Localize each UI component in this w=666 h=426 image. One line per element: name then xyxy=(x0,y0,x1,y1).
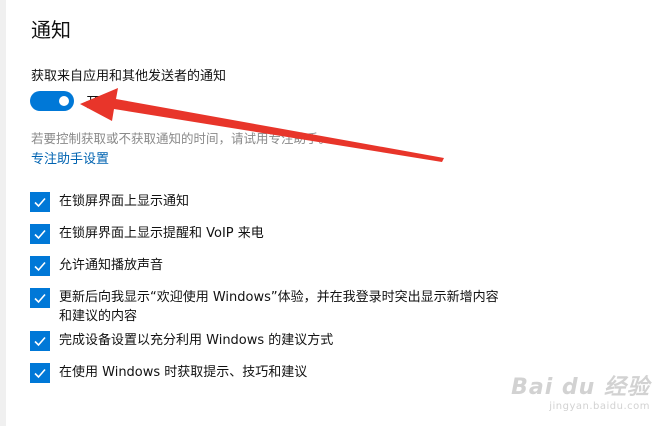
focus-assist-settings-link[interactable]: 专注助手设置 xyxy=(31,148,109,167)
option-label: 在使用 Windows 时获取提示、技巧和建议 xyxy=(59,365,308,380)
watermark-logo: Bai du 经验 xyxy=(511,375,650,400)
checkbox-notification-sounds[interactable] xyxy=(30,256,50,276)
arrow-shape xyxy=(80,88,444,162)
toggle-state-label: 开 xyxy=(86,95,100,111)
checkbox-welcome-experience[interactable] xyxy=(30,288,50,308)
option-label: 更新后向我显示“欢迎使用 Windows”体验，并在我登录时突出显示新增内容和建… xyxy=(59,290,499,324)
toggle-knob xyxy=(59,96,69,106)
notifications-setting-label: 获取来自应用和其他发送者的通知 xyxy=(31,69,227,84)
checkmark-icon xyxy=(34,368,46,379)
option-row-tips-tricks: 在使用 Windows 时获取提示、技巧和建议 xyxy=(30,363,499,383)
checkmark-icon xyxy=(34,261,46,272)
option-row-lockscreen-reminders: 在锁屏界面上显示提醒和 VoIP 来电 xyxy=(30,224,499,244)
option-label: 在锁屏界面上显示提醒和 VoIP 来电 xyxy=(59,226,264,241)
notification-settings-page: 通知 获取来自应用和其他发送者的通知 开 若要控制获取或不获取通知的时间，请试用… xyxy=(0,0,666,426)
option-row-welcome-experience: 更新后向我显示“欢迎使用 Windows”体验，并在我登录时突出显示新增内容和建… xyxy=(30,288,499,326)
checkmark-icon xyxy=(34,229,46,240)
checkmark-icon xyxy=(34,293,46,304)
option-row-device-setup: 完成设备设置以充分利用 Windows 的建议方式 xyxy=(30,331,499,351)
option-row-notification-sounds: 允许通知播放声音 xyxy=(30,256,499,276)
option-label: 在锁屏界面上显示通知 xyxy=(59,194,190,209)
notifications-toggle[interactable] xyxy=(30,91,74,111)
left-scroll-rail xyxy=(0,0,6,426)
checkmark-icon xyxy=(34,197,46,208)
checkbox-lockscreen-notifications[interactable] xyxy=(30,192,50,212)
checkbox-device-setup[interactable] xyxy=(30,331,50,351)
checkbox-lockscreen-reminders[interactable] xyxy=(30,224,50,244)
checkmark-icon xyxy=(34,336,46,347)
watermark: Bai du 经验 jingyan.baidu.com xyxy=(511,369,650,412)
focus-assist-hint: 若要控制获取或不获取通知的时间，请试用专注助手。 xyxy=(31,131,332,146)
option-row-lockscreen-notifications: 在锁屏界面上显示通知 xyxy=(30,192,499,212)
watermark-url: jingyan.baidu.com xyxy=(549,401,650,412)
section-title: 通知 xyxy=(31,18,71,42)
option-label: 允许通知播放声音 xyxy=(59,258,164,273)
checkbox-tips-tricks[interactable] xyxy=(30,363,50,383)
option-label: 完成设备设置以充分利用 Windows 的建议方式 xyxy=(59,333,334,348)
